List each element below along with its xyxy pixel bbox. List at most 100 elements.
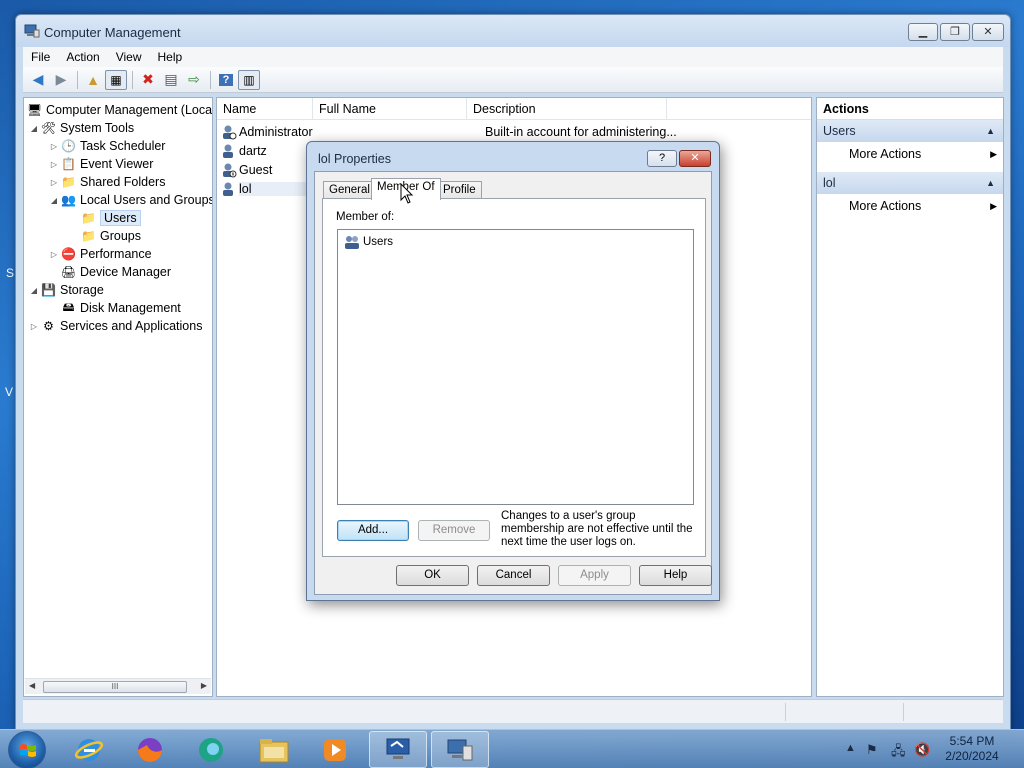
tree-item-users[interactable]: 📁 Users — [80, 209, 141, 227]
toolbar: ◀ ▶ ▲ ▦ ✖ ▤ ⇨ ? ▥ — [23, 67, 1003, 93]
menu-help[interactable]: Help — [150, 50, 191, 64]
performance-icon: ⛔ — [61, 247, 76, 261]
taskbar-edge[interactable] — [182, 731, 240, 768]
scroll-left-arrow-icon[interactable]: ◀ — [29, 681, 35, 690]
column-header-name[interactable]: Name — [217, 98, 313, 120]
tree-item-device-manager[interactable]: 🖨 Device Manager — [60, 263, 171, 281]
member-of-list[interactable]: Users — [337, 229, 694, 505]
tree-item-computer-management[interactable]: 🖥 Computer Management (Local — [26, 101, 212, 119]
media-player-icon — [324, 738, 346, 761]
taskbar-computer-management[interactable] — [431, 731, 489, 768]
up-one-level-button[interactable]: ▲ — [82, 70, 104, 90]
collapse-arrow-icon[interactable]: ▲ — [986, 172, 995, 194]
event-viewer-icon: 📋 — [61, 157, 76, 171]
taskbar-media-player[interactable] — [306, 731, 364, 768]
back-button[interactable]: ◀ — [27, 70, 49, 90]
folder-icon: 📁 — [81, 229, 96, 243]
taskbar-file-explorer[interactable] — [245, 731, 303, 768]
actions-section-users[interactable]: Users ▲ — [817, 120, 1003, 142]
actions-section-lol[interactable]: lol ▲ — [817, 172, 1003, 194]
user-icon — [223, 125, 237, 139]
desktop-icon-label-fragment: S — [6, 266, 15, 280]
shared-folders-icon: 📁 — [61, 175, 76, 189]
menu-view[interactable]: View — [108, 50, 150, 64]
collapsed-arrow-icon[interactable]: ▷ — [48, 142, 60, 151]
help-icon: ? — [218, 73, 234, 86]
console-tree-icon: ▦ — [110, 72, 122, 87]
minimize-button[interactable]: ▁ — [908, 23, 938, 41]
collapsed-arrow-icon[interactable]: ▷ — [48, 160, 60, 169]
windows-logo-icon — [20, 744, 36, 757]
lol-properties-dialog: lol Properties ? ✕ General Member Of Pro… — [306, 141, 720, 601]
tree-item-task-scheduler[interactable]: ▷ 🕒 Task Scheduler — [48, 137, 166, 155]
tree-item-performance[interactable]: ▷ ⛔ Performance — [48, 245, 152, 263]
list-header: Name Full Name Description — [217, 98, 811, 120]
member-of-label: Member of: — [336, 211, 395, 223]
remote-desktop-icon — [386, 738, 410, 759]
member-of-panel: Member of: Users Add... Remove Changes t… — [322, 198, 706, 557]
dialog-help-button[interactable]: ? — [647, 150, 677, 167]
menu-action[interactable]: Action — [58, 50, 107, 64]
forward-button[interactable]: ▶ — [50, 70, 72, 90]
action-center-flag-icon[interactable]: ⚑ — [866, 742, 878, 758]
collapse-arrow-icon[interactable]: ▲ — [986, 120, 995, 142]
delete-button[interactable]: ✖ — [137, 70, 159, 90]
tree-item-storage[interactable]: ◢ 💾 Storage — [28, 281, 104, 299]
system-tools-icon: 🛠 — [40, 121, 57, 135]
tree-item-groups[interactable]: 📁 Groups — [80, 227, 141, 245]
column-header-full-name[interactable]: Full Name — [313, 98, 467, 120]
scroll-right-arrow-icon[interactable]: ▶ — [201, 681, 207, 690]
expanded-arrow-icon[interactable]: ◢ — [28, 286, 40, 295]
more-actions-lol[interactable]: More Actions ▶ — [817, 194, 1003, 218]
maximize-icon: ❐ — [950, 26, 960, 38]
tree-item-local-users-and-groups[interactable]: ◢ 👥 Local Users and Groups — [48, 191, 212, 209]
menu-file[interactable]: File — [23, 50, 58, 64]
back-arrow-icon: ◀ — [32, 71, 44, 87]
add-button[interactable]: Add... — [337, 520, 409, 541]
collapsed-arrow-icon[interactable]: ▷ — [28, 322, 40, 331]
dialog-title: lol Properties — [318, 152, 391, 166]
collapsed-arrow-icon[interactable]: ▷ — [48, 178, 60, 187]
maximize-button[interactable]: ❐ — [940, 23, 970, 41]
properties-button[interactable]: ▤ — [160, 70, 182, 90]
network-icon[interactable]: 🖧 — [891, 742, 906, 764]
internet-explorer-icon — [74, 738, 104, 761]
help-button[interactable]: ? — [215, 70, 237, 90]
expanded-arrow-icon[interactable]: ◢ — [48, 196, 60, 205]
tree-item-services-and-applications[interactable]: ▷ ⚙ Services and Applications — [28, 317, 203, 335]
tree-item-system-tools[interactable]: ◢ 🛠 System Tools — [28, 119, 134, 137]
list-item[interactable]: Users — [344, 234, 393, 250]
list-item[interactable]: Administrator Built-in account for admin… — [221, 122, 805, 141]
system-clock[interactable]: 5:54 PM 2/20/2024 — [940, 734, 1004, 764]
volume-muted-icon[interactable]: 🔇 — [914, 742, 930, 758]
taskbar-firefox[interactable] — [121, 731, 179, 768]
close-button[interactable]: ✕ — [972, 23, 1004, 41]
tree-item-disk-management[interactable]: 🖴 Disk Management — [60, 299, 180, 317]
cancel-button[interactable]: Cancel — [477, 565, 550, 586]
tree-horizontal-scrollbar[interactable]: ◀ III ▶ — [25, 678, 211, 694]
scrollbar-thumb[interactable]: III — [43, 681, 187, 693]
show-hide-console-tree-button[interactable]: ▦ — [105, 69, 127, 90]
taskbar-internet-explorer[interactable] — [60, 731, 118, 768]
title-bar[interactable]: Computer Management ▁ ❐ ✕ — [16, 15, 1010, 47]
clock-date: 2/20/2024 — [945, 749, 999, 763]
expanded-arrow-icon[interactable]: ◢ — [28, 124, 40, 133]
tree-item-shared-folders[interactable]: ▷ 📁 Shared Folders — [48, 173, 166, 191]
remove-button[interactable]: Remove — [418, 520, 490, 541]
export-list-button[interactable]: ⇨ — [183, 70, 205, 90]
more-actions-users[interactable]: More Actions ▶ — [817, 142, 1003, 166]
help-button[interactable]: Help — [639, 565, 712, 586]
show-hidden-icons-arrow-icon[interactable]: ▲ — [845, 742, 856, 754]
dialog-close-button[interactable]: ✕ — [679, 150, 711, 167]
taskbar-remote-desktop[interactable] — [369, 731, 427, 768]
submenu-arrow-icon: ▶ — [990, 149, 997, 159]
start-button[interactable] — [8, 731, 46, 768]
column-header-description[interactable]: Description — [467, 98, 667, 120]
ok-button[interactable]: OK — [396, 565, 469, 586]
tree-item-event-viewer[interactable]: ▷ 📋 Event Viewer — [48, 155, 154, 173]
folder-icon — [259, 738, 289, 762]
apply-button[interactable]: Apply — [558, 565, 631, 586]
collapsed-arrow-icon[interactable]: ▷ — [48, 250, 60, 259]
show-hide-action-pane-button[interactable]: ▥ — [238, 69, 260, 90]
users-group-icon: 👥 — [61, 193, 76, 207]
